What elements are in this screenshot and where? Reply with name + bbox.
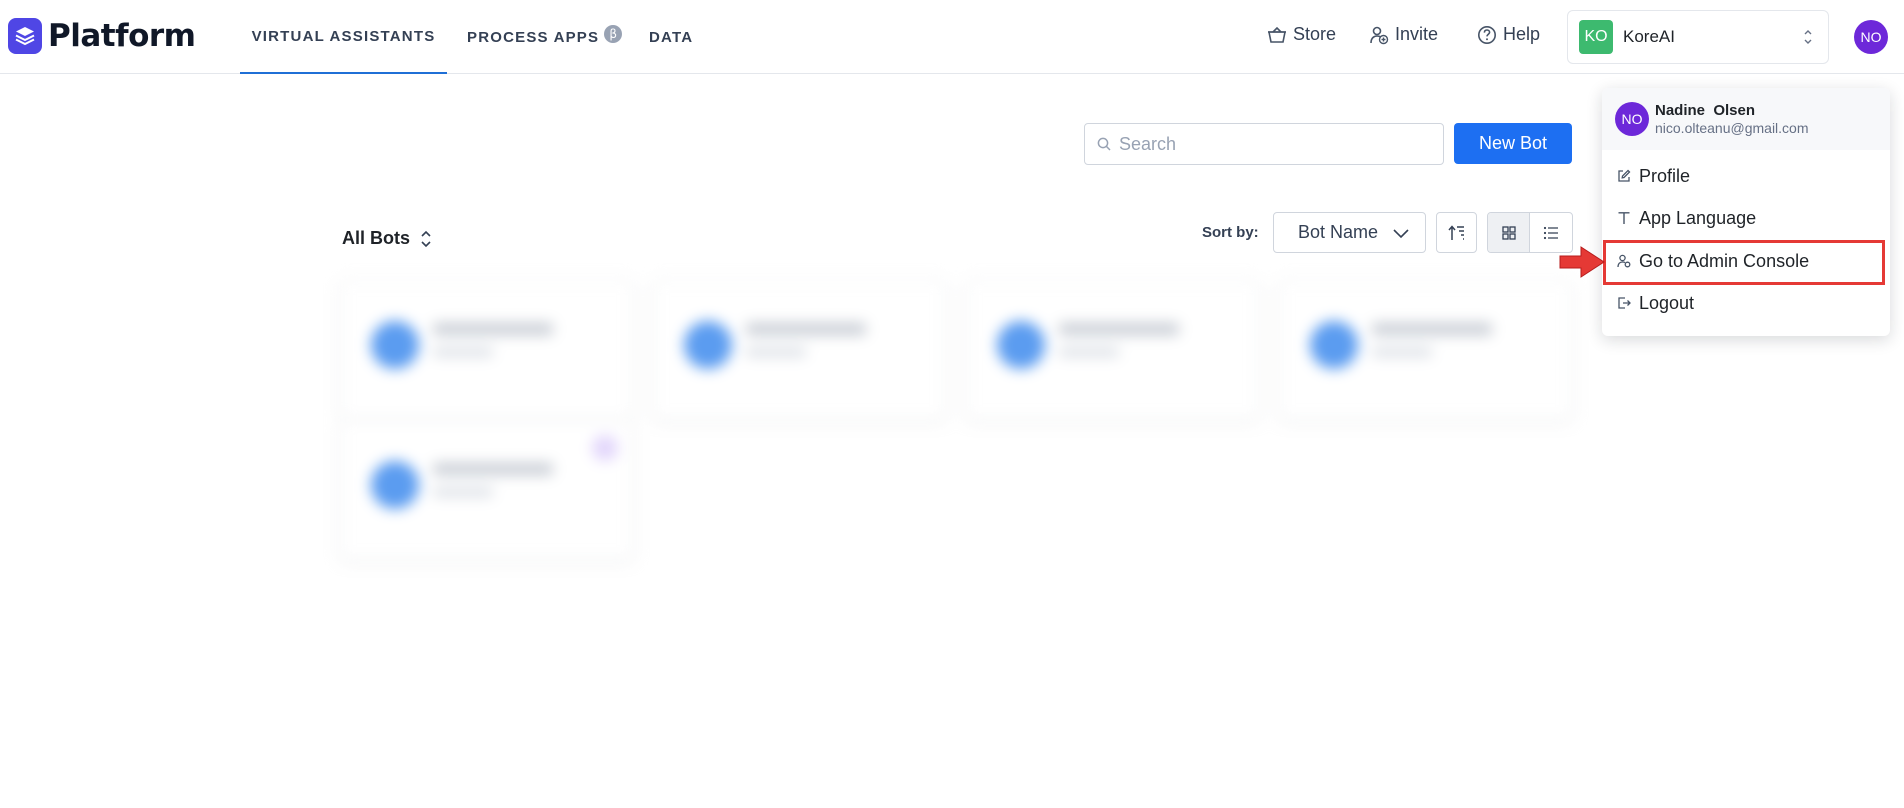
bot-card[interactable] (340, 420, 633, 560)
account-name: KoreAI (1623, 27, 1675, 46)
edit-icon (1618, 169, 1631, 182)
grid-view-button[interactable] (1488, 213, 1531, 252)
user-info-header: NO Nadine Olsen nico.olteanu@gmail.com (1602, 88, 1890, 150)
bot-icon (997, 321, 1045, 369)
bot-card[interactable] (1279, 280, 1572, 420)
tab-data[interactable]: DATA (649, 0, 693, 74)
bot-name-placeholder (433, 323, 553, 335)
updown-chevron-icon (421, 230, 431, 247)
updown-chevron-icon (1804, 30, 1812, 44)
bot-card[interactable] (340, 280, 633, 420)
sort-direction-button[interactable] (1436, 212, 1477, 253)
menu-item-profile[interactable]: Profile (1602, 156, 1890, 196)
logout-icon (1618, 297, 1631, 309)
store-label: Store (1293, 24, 1337, 44)
text-icon (1618, 212, 1630, 224)
invite-link[interactable]: Invite (1369, 24, 1438, 45)
menu-item-label: App Language (1639, 207, 1757, 228)
top-navigation-bar: Platform VIRTUAL ASSISTANTS PROCESS APPS… (0, 0, 1904, 74)
bot-meta-placeholder (1372, 347, 1432, 357)
bot-card[interactable] (966, 280, 1259, 420)
highlight-annotation-box (1603, 240, 1885, 285)
beta-badge: β (604, 25, 623, 43)
avatar: NO (1615, 102, 1649, 136)
user-email: nico.olteanu@gmail.com (1655, 120, 1809, 136)
user-dropdown-menu: NO Nadine Olsen nico.olteanu@gmail.com P… (1602, 88, 1890, 336)
bot-icon (1310, 321, 1358, 369)
basket-icon (1268, 26, 1286, 43)
list-icon (1543, 226, 1558, 239)
bot-icon (371, 461, 419, 509)
tab-virtual-assistants[interactable]: VIRTUAL ASSISTANTS (240, 0, 447, 74)
new-bot-button[interactable]: New Bot (1454, 123, 1572, 164)
bot-card[interactable] (653, 280, 946, 420)
account-badge: KO (1579, 20, 1613, 54)
bot-name-placeholder (433, 463, 553, 475)
help-link[interactable]: Help (1477, 24, 1540, 45)
tab-process-apps[interactable]: PROCESS APPS β (467, 0, 623, 74)
bot-name-placeholder (1372, 323, 1492, 335)
bot-name-placeholder (1059, 323, 1179, 335)
platform-logo[interactable]: Platform (8, 18, 196, 54)
sort-by-label: Sort by: (1202, 224, 1259, 241)
bot-meta-placeholder (746, 347, 806, 357)
help-label: Help (1503, 24, 1541, 44)
bot-icon (684, 321, 732, 369)
tab-label: PROCESS APPS (467, 28, 600, 46)
sort-value: Bot Name (1298, 222, 1379, 242)
bot-icon (371, 321, 419, 369)
add-user-icon (1370, 26, 1389, 44)
sort-select[interactable]: Bot Name (1273, 212, 1426, 253)
layers-logo-icon (8, 18, 42, 54)
menu-item-logout[interactable]: Logout (1602, 283, 1890, 323)
bot-cards-grid (340, 280, 1590, 560)
bot-name-placeholder (746, 323, 866, 335)
filter-label: All Bots (342, 228, 411, 248)
sort-ascending-icon (1447, 224, 1464, 240)
search-icon (1097, 137, 1111, 151)
menu-item-label: Profile (1639, 165, 1691, 186)
bot-meta-placeholder (433, 487, 493, 497)
invite-label: Invite (1395, 24, 1439, 44)
search-input[interactable] (1119, 133, 1419, 155)
tab-label: VIRTUAL ASSISTANTS (251, 27, 436, 45)
user-avatar-button[interactable]: NO (1854, 20, 1888, 54)
search-box (1084, 123, 1444, 165)
tab-label: DATA (649, 28, 694, 46)
account-switcher[interactable]: KO KoreAI (1567, 10, 1829, 64)
chevron-down-icon (1393, 229, 1409, 239)
user-name: Nadine Olsen (1655, 102, 1756, 119)
help-circle-icon (1478, 25, 1496, 44)
store-link[interactable]: Store (1267, 24, 1336, 45)
bot-meta-placeholder (1059, 347, 1119, 357)
bot-meta-placeholder (433, 347, 493, 357)
menu-item-app-language[interactable]: App Language (1602, 198, 1890, 238)
grid-icon (1501, 225, 1516, 240)
menu-item-label: Logout (1639, 292, 1695, 313)
app-name: Platform (48, 18, 196, 54)
red-arrow-annotation-icon (1559, 246, 1605, 278)
bot-status-indicator (592, 435, 618, 461)
bot-filter-dropdown[interactable]: All Bots (342, 228, 432, 249)
